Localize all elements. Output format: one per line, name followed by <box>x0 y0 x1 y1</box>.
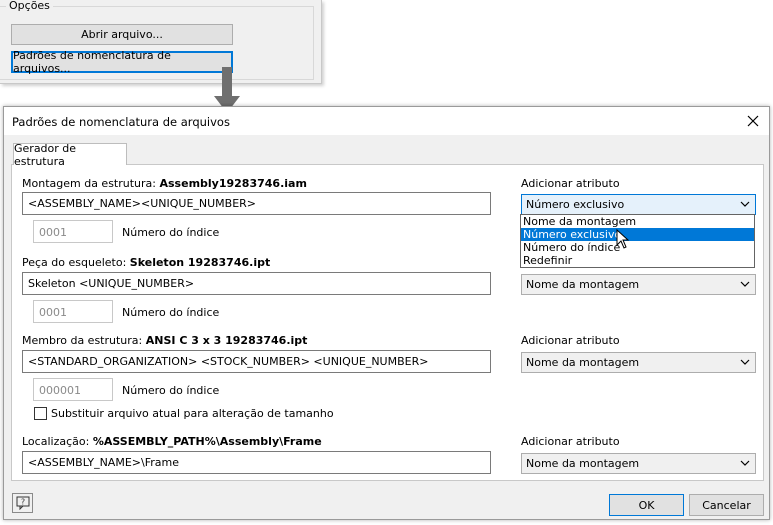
location-attr-label: Adicionar atributo <box>521 435 620 448</box>
chevron-down-icon <box>740 281 750 287</box>
replace-checkbox-label: Substituir arquivo atual para alteração … <box>51 407 334 420</box>
assembly-index-label: Número do índice <box>122 226 220 239</box>
options-panel: Opções Abrir arquivo... Padrões de nomen… <box>0 0 322 84</box>
tab-frame-generator[interactable]: Gerador de estrutura <box>13 142 127 168</box>
assembly-label-text: Montagem da estrutura: <box>22 177 156 190</box>
dropdown-option-reset[interactable]: Redefinir <box>521 254 754 267</box>
dropdown-option-assembly-name[interactable]: Nome da montagem <box>521 215 754 228</box>
member-label-text: Membro da estrutura: <box>22 334 143 347</box>
member-pattern-input[interactable]: <STANDARD_ORGANIZATION> <STOCK_NUMBER> <… <box>22 350 491 373</box>
skeleton-filename: Skeleton 19283746.ipt <box>129 256 271 269</box>
assembly-attr-label: Adicionar atributo <box>521 177 620 190</box>
replace-checkbox-row[interactable]: Substituir arquivo atual para alteração … <box>34 407 334 420</box>
assembly-index-input[interactable]: 0001 <box>33 220 113 243</box>
ok-button[interactable]: OK <box>609 494 684 516</box>
callout-arrow-shaft <box>222 67 232 97</box>
attribute-dropdown-list: Nome da montagem Número exclusivo Número… <box>520 214 755 268</box>
location-path: %ASSEMBLY_PATH%\Assembly\Frame <box>92 435 322 448</box>
skeleton-index-input[interactable]: 0001 <box>33 300 113 323</box>
naming-patterns-dialog: Padrões de nomenclatura de arquivos Gera… <box>3 106 770 520</box>
location-label: Localização: %ASSEMBLY_PATH%\Assembly\Fr… <box>22 435 322 448</box>
dialog-title: Padrões de nomenclatura de arquivos <box>12 115 230 129</box>
dropdown-option-index-number[interactable]: Número do índice <box>521 241 754 254</box>
dropdown-option-unique-number[interactable]: Número exclusivo <box>521 228 754 241</box>
skeleton-label-text: Peça do esqueleto: <box>22 256 127 269</box>
chevron-down-icon <box>740 460 750 466</box>
assembly-label: Montagem da estrutura: Assembly19283746.… <box>22 177 307 190</box>
member-attr-value: Nome da montagem <box>526 356 640 369</box>
help-icon[interactable]: ? <box>12 493 33 513</box>
mouse-cursor-icon <box>616 229 630 249</box>
skeleton-label: Peça do esqueleto: Skeleton 19283746.ipt <box>22 256 270 269</box>
member-filename: ANSI C 3 x 3 19283746.ipt <box>145 334 308 347</box>
skeleton-pattern-input[interactable]: Skeleton <UNIQUE_NUMBER> <box>22 272 491 295</box>
assembly-attr-dropdown[interactable]: Número exclusivo <box>521 194 756 215</box>
help-glyph: ? <box>16 496 29 510</box>
replace-checkbox[interactable] <box>34 407 47 420</box>
close-icon[interactable] <box>743 111 763 131</box>
cancel-button[interactable]: Cancelar <box>689 494 764 516</box>
skeleton-attr-dropdown[interactable]: Nome da montagem <box>521 274 756 295</box>
member-label: Membro da estrutura: ANSI C 3 x 3 192837… <box>22 334 307 347</box>
location-label-text: Localização: <box>22 435 90 448</box>
member-index-input[interactable]: 000001 <box>33 378 113 401</box>
open-file-button[interactable]: Abrir arquivo... <box>11 24 233 45</box>
assembly-filename: Assembly19283746.iam <box>159 177 307 190</box>
chevron-down-icon <box>740 201 750 207</box>
skeleton-index-label: Número do índice <box>122 306 220 319</box>
naming-patterns-button[interactable]: Padrões de nomenclatura de arquivos... <box>11 49 233 75</box>
chevron-down-icon <box>740 359 750 365</box>
assembly-attr-value: Número exclusivo <box>526 198 625 211</box>
member-attr-label: Adicionar atributo <box>521 334 620 347</box>
location-attr-value: Nome da montagem <box>526 457 640 470</box>
location-pattern-input[interactable]: <ASSEMBLY_NAME>\Frame <box>22 451 491 474</box>
member-index-label: Número do índice <box>122 384 220 397</box>
location-attr-dropdown[interactable]: Nome da montagem <box>521 453 756 474</box>
member-attr-dropdown[interactable]: Nome da montagem <box>521 352 756 373</box>
title-bar: Padrões de nomenclatura de arquivos <box>4 107 769 135</box>
assembly-pattern-input[interactable]: <ASSEMBLY_NAME><UNIQUE_NUMBER> <box>22 192 491 215</box>
options-legend: Opções <box>6 0 53 12</box>
svg-text:?: ? <box>20 498 24 507</box>
skeleton-attr-value: Nome da montagem <box>526 278 640 291</box>
tab-panel: Montagem da estrutura: Assembly19283746.… <box>11 164 764 481</box>
